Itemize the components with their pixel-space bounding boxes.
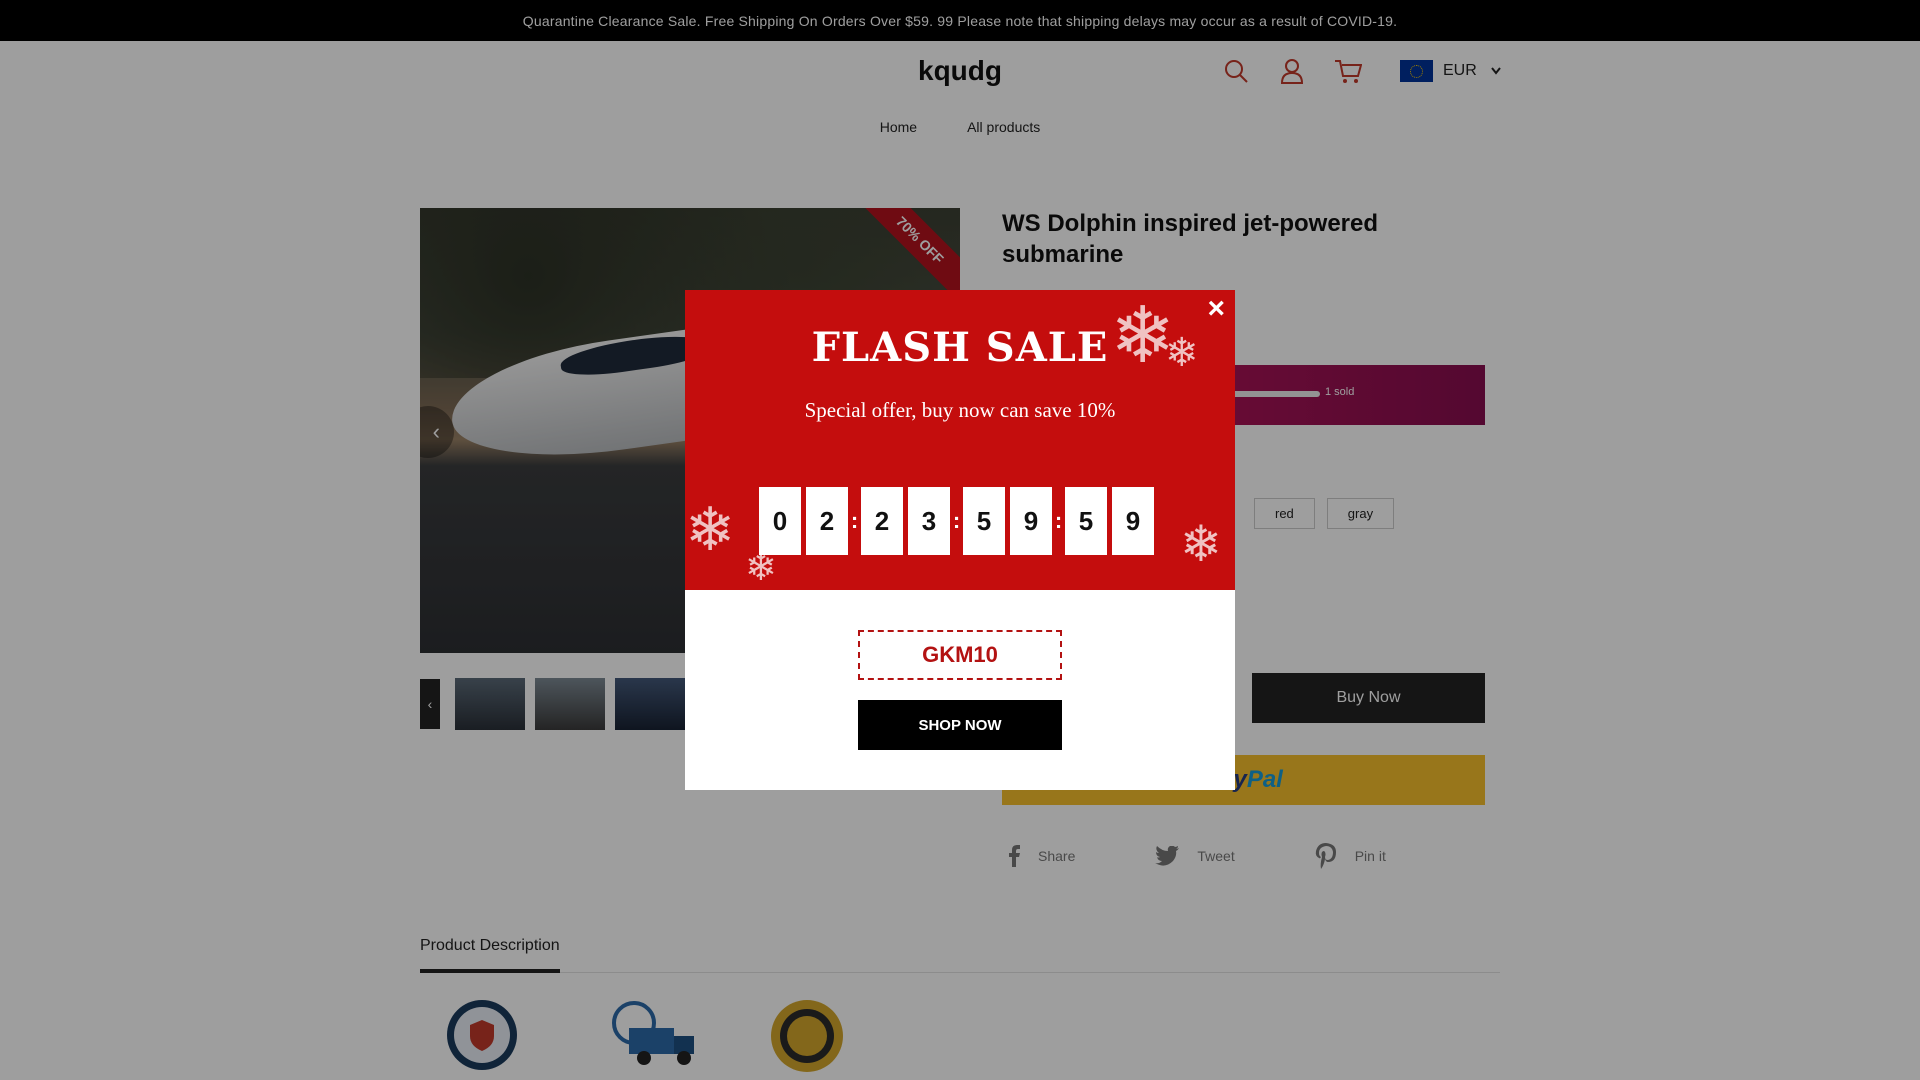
popup-header: ❄ ❄ ❄ ❄ ❄ × FLASH SALE Special offer, bu…: [685, 290, 1235, 590]
countdown-digit: 2: [806, 487, 848, 555]
countdown-digit: 3: [908, 487, 950, 555]
coupon-code[interactable]: GKM10: [858, 630, 1062, 680]
countdown-separator: :: [1054, 508, 1063, 533]
snowflake-icon: ❄: [685, 496, 736, 563]
countdown-digit: 2: [861, 487, 903, 555]
popup-subtitle: Special offer, buy now can save 10%: [804, 398, 1116, 422]
countdown-digit: 9: [1010, 487, 1052, 555]
countdown-separator: :: [850, 508, 859, 533]
snowflake-icon: ❄: [1180, 516, 1222, 572]
countdown-separator: :: [952, 508, 961, 533]
countdown-digit: 9: [1112, 487, 1154, 555]
close-icon[interactable]: ×: [1207, 294, 1225, 324]
shop-now-button[interactable]: SHOP NOW: [858, 700, 1062, 750]
countdown-digit: 5: [963, 487, 1005, 555]
countdown-digit: 5: [1065, 487, 1107, 555]
countdown-timer: 0 2 : 2 3 : 5 9 : 5 9: [759, 487, 1159, 555]
flash-sale-popup: ❄ ❄ ❄ ❄ ❄ × FLASH SALE Special offer, bu…: [685, 290, 1235, 790]
popup-title: FLASH SALE: [811, 324, 1109, 371]
countdown-digit: 0: [759, 487, 801, 555]
